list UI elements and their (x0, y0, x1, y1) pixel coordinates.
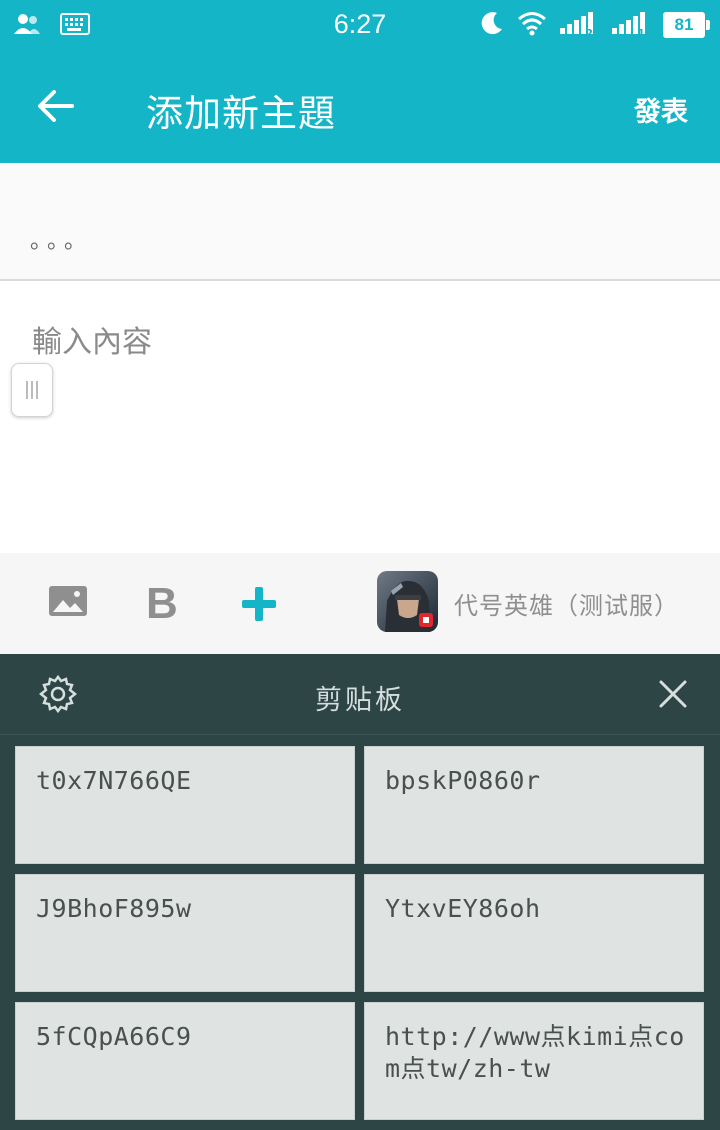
status-bar: 6:27 2 1 81 (0, 0, 720, 50)
clipboard-grid: t0x7N766QE bpskP0860r J9BhoF895w YtxvEY8… (0, 734, 720, 1130)
page-title: 添加新主題 (146, 92, 336, 135)
close-icon[interactable] (658, 679, 688, 713)
back-button[interactable] (30, 80, 82, 132)
sim2-label: 1 (637, 27, 645, 40)
clipboard-item[interactable]: t0x7N766QE (15, 746, 355, 864)
clipboard-item-text: J9BhoF895w (36, 894, 192, 923)
do-not-disturb-moon-icon (479, 10, 505, 40)
signal-sim1-icon: 2 (559, 10, 599, 40)
clipboard-item-text: t0x7N766QE (36, 766, 192, 795)
clipboard-title: 剪贴板 (315, 685, 405, 716)
content-placeholder: 輸入內容 (32, 325, 152, 360)
clipboard-item-text: 5fCQpA66C9 (36, 1022, 192, 1051)
clipboard-item[interactable]: J9BhoF895w (15, 874, 355, 992)
text-cursor-handle[interactable] (11, 363, 53, 417)
add-icon[interactable] (240, 585, 278, 627)
sim1-label: 2 (585, 27, 593, 40)
game-name[interactable]: 代号英雄（测试服） (454, 586, 679, 621)
signal-sim2-icon: 1 (611, 10, 651, 40)
clipboard-item[interactable]: 5fCQpA66C9 (15, 1002, 355, 1120)
clipboard-item[interactable]: http://www点kimi点com点tw/zh-tw (364, 1002, 704, 1120)
clipboard-item[interactable]: YtxvEY86oh (364, 874, 704, 992)
battery-level: 81 (663, 12, 705, 38)
game-icon[interactable] (377, 571, 438, 632)
app-bar: 添加新主題 發表 (0, 50, 720, 163)
wifi-icon (517, 10, 547, 40)
clipboard-header: 剪贴板 (0, 654, 720, 735)
clipboard-item-text: YtxvEY86oh (385, 894, 541, 923)
insert-image-icon[interactable] (48, 584, 88, 622)
content-field[interactable]: 輸入內容 (0, 281, 720, 553)
subject-field[interactable]: 。。。 (0, 163, 720, 281)
clipboard-item[interactable]: bpskP0860r (364, 746, 704, 864)
bold-button[interactable]: B (146, 579, 178, 629)
clipboard-panel: 剪贴板 t0x7N766QE bpskP0860r J9BhoF895w Ytx… (0, 654, 720, 1130)
arrow-back-icon (38, 90, 74, 122)
subject-value: 。。。 (30, 229, 93, 254)
clipboard-item-text: http://www点kimi点com点tw/zh-tw (385, 1022, 685, 1083)
battery-icon: 81 (663, 12, 710, 38)
clipboard-item-text: bpskP0860r (385, 766, 541, 795)
editor-toolbar: B 代号英雄（测试服） (0, 553, 720, 654)
publish-button[interactable]: 發表 (634, 90, 688, 129)
